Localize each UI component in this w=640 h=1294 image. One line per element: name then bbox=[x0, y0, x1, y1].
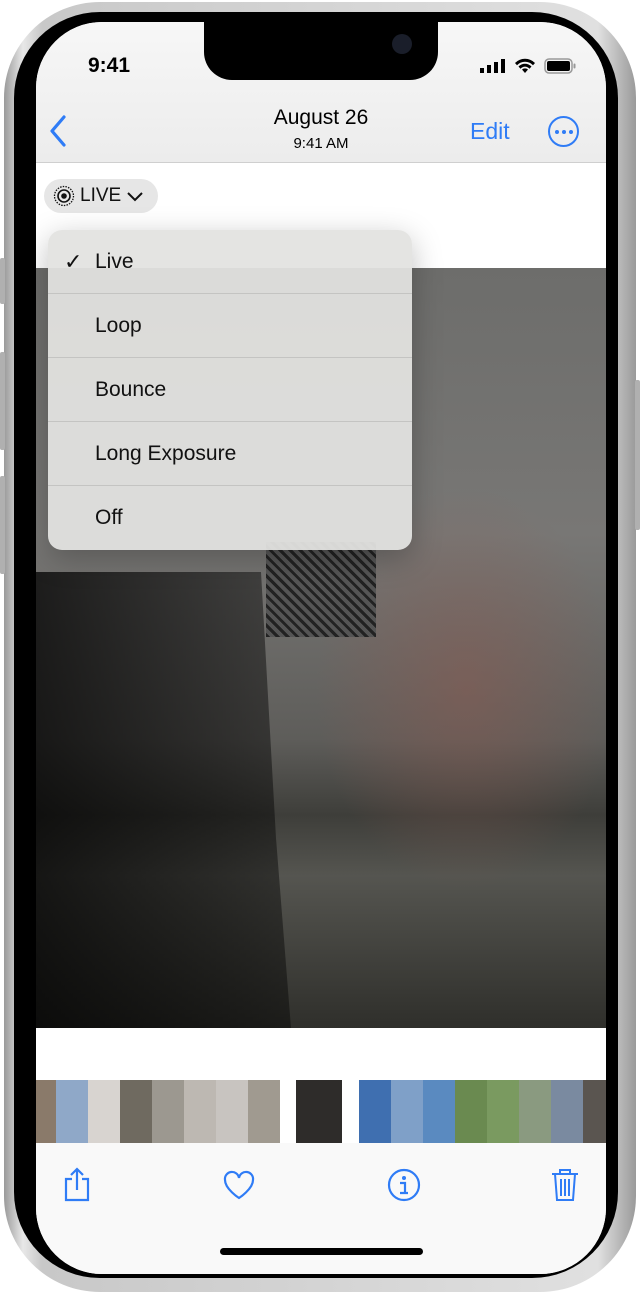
thumbnail[interactable] bbox=[56, 1080, 88, 1143]
thumbnail[interactable] bbox=[423, 1080, 455, 1143]
status-icons bbox=[480, 58, 576, 74]
thumbnail[interactable] bbox=[216, 1080, 248, 1143]
edit-button[interactable]: Edit bbox=[470, 118, 510, 145]
thumbnail[interactable] bbox=[519, 1080, 551, 1143]
thumbnail[interactable] bbox=[296, 1080, 342, 1143]
thumbnail-strip[interactable] bbox=[36, 1080, 606, 1143]
battery-icon bbox=[544, 58, 576, 74]
trash-icon[interactable] bbox=[550, 1167, 580, 1203]
live-label: LIVE bbox=[80, 185, 122, 206]
volume-up-button bbox=[0, 352, 5, 450]
thumbnail[interactable] bbox=[487, 1080, 519, 1143]
menu-item-label: Bounce bbox=[95, 377, 167, 401]
nav-title: August 26 bbox=[273, 106, 369, 129]
nav-subtitle: 9:41 AM bbox=[293, 135, 349, 152]
menu-item-label: Off bbox=[95, 506, 123, 529]
thumbnail[interactable] bbox=[248, 1080, 280, 1143]
thumbnail-gap bbox=[342, 1080, 359, 1143]
thumbnail-gap bbox=[280, 1080, 296, 1143]
menu-item-label: Live bbox=[95, 249, 134, 273]
chevron-down-icon bbox=[127, 192, 143, 202]
navigation-bar: 9:41 August 26 9:41 AM Edit bbox=[36, 22, 606, 163]
menu-item-label: Long Exposure bbox=[95, 441, 237, 465]
volume-down-button bbox=[0, 476, 5, 574]
thumbnail[interactable] bbox=[583, 1080, 606, 1143]
thumbnail[interactable] bbox=[36, 1080, 56, 1143]
thumbnail[interactable] bbox=[88, 1080, 120, 1143]
menu-item-live[interactable]: ✓ Live bbox=[48, 230, 412, 294]
share-icon[interactable] bbox=[62, 1167, 92, 1203]
favorite-heart-icon[interactable] bbox=[222, 1169, 256, 1201]
side-button bbox=[635, 380, 640, 530]
thumbnail[interactable] bbox=[551, 1080, 583, 1143]
status-time: 9:41 bbox=[88, 54, 131, 77]
thumbnail[interactable] bbox=[152, 1080, 184, 1143]
mute-switch bbox=[0, 258, 5, 304]
photo-footer-area bbox=[36, 1028, 606, 1080]
live-effect-menu: ✓ Live Loop Bounce Long Exposure Off bbox=[48, 230, 412, 550]
live-photo-button[interactable]: LIVE bbox=[44, 179, 158, 213]
front-camera bbox=[392, 34, 412, 54]
menu-item-off[interactable]: Off bbox=[48, 486, 412, 550]
live-photo-icon bbox=[53, 185, 75, 207]
menu-item-label: Loop bbox=[95, 313, 142, 337]
thumbnail[interactable] bbox=[455, 1080, 487, 1143]
menu-item-loop[interactable]: Loop bbox=[48, 294, 412, 358]
thumbnail[interactable] bbox=[120, 1080, 152, 1143]
thumbnail[interactable] bbox=[359, 1080, 391, 1143]
info-icon[interactable] bbox=[387, 1168, 421, 1202]
notch bbox=[204, 22, 438, 80]
menu-item-long-exposure[interactable]: Long Exposure bbox=[48, 422, 412, 486]
thumbnail[interactable] bbox=[184, 1080, 216, 1143]
thumbnail[interactable] bbox=[391, 1080, 423, 1143]
more-options-icon[interactable] bbox=[548, 116, 579, 147]
menu-item-bounce[interactable]: Bounce bbox=[48, 358, 412, 422]
window-grate bbox=[266, 542, 376, 637]
home-indicator bbox=[220, 1248, 423, 1255]
checkmark-icon: ✓ bbox=[64, 248, 83, 274]
wifi-icon bbox=[515, 58, 535, 73]
screen: 9:41 August 26 9:41 AM Edit LIVE ✓ Live L… bbox=[36, 22, 606, 1274]
cellular-signal-icon bbox=[480, 59, 505, 73]
